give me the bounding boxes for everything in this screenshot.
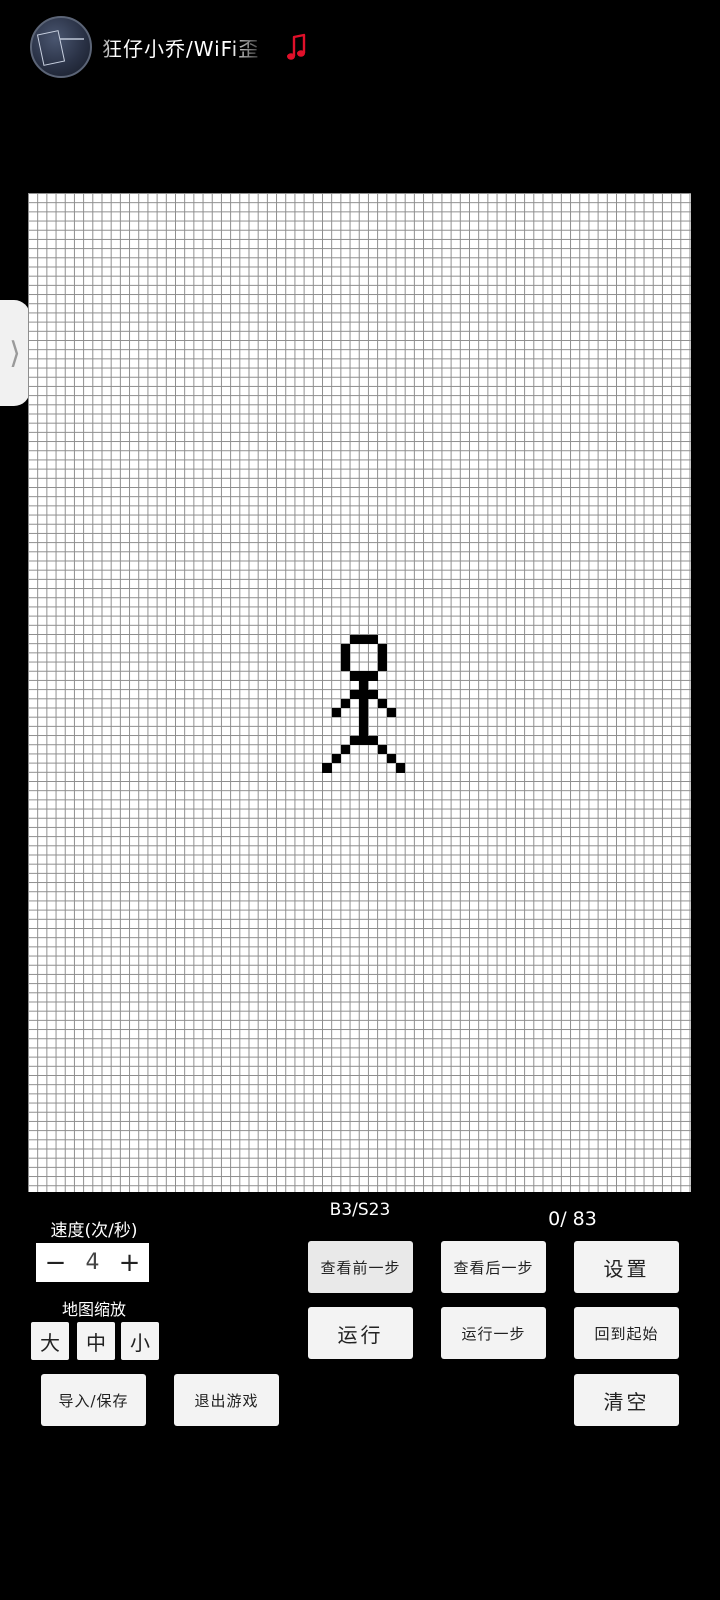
live-cell[interactable] — [359, 726, 369, 736]
back-to-start-button[interactable]: 回到起始 — [574, 1307, 679, 1359]
game-grid[interactable] — [28, 193, 691, 1192]
live-cell[interactable] — [340, 653, 350, 663]
live-cell[interactable] — [359, 680, 369, 690]
live-cell[interactable] — [377, 745, 387, 755]
exit-game-button[interactable]: 退出游戏 — [174, 1374, 279, 1426]
live-cell[interactable] — [331, 754, 341, 764]
prev-step-button[interactable]: 查看前一步 — [308, 1241, 413, 1293]
live-cell[interactable] — [359, 717, 369, 727]
live-cell[interactable] — [350, 689, 360, 699]
generation-counter: 0/ 83 — [548, 1208, 597, 1230]
music-bar[interactable]: 狂仔小乔/WiFi歪 — [30, 16, 309, 78]
speed-label: 速度(次/秒) — [50, 1221, 138, 1241]
live-cell[interactable] — [359, 671, 369, 681]
music-note-icon[interactable] — [285, 31, 309, 63]
speed-increase-button[interactable]: + — [110, 1243, 149, 1282]
live-cell[interactable] — [322, 763, 332, 773]
live-cell[interactable] — [377, 699, 387, 709]
import-save-button[interactable]: 导入/保存 — [41, 1374, 146, 1426]
live-cell[interactable] — [368, 689, 378, 699]
run-button[interactable]: 运行 — [308, 1307, 413, 1359]
speed-value: 4 — [73, 1243, 112, 1282]
live-cell[interactable] — [350, 634, 360, 644]
settings-button[interactable]: 设置 — [574, 1241, 679, 1293]
live-cell[interactable] — [377, 643, 387, 653]
live-cell[interactable] — [359, 735, 369, 745]
live-cell[interactable] — [340, 643, 350, 653]
zoom-medium-button[interactable]: 中 — [77, 1322, 115, 1360]
live-cell[interactable] — [368, 634, 378, 644]
live-cell[interactable] — [368, 671, 378, 681]
clear-button[interactable]: 清空 — [574, 1374, 679, 1426]
live-cell[interactable] — [359, 634, 369, 644]
live-cell[interactable] — [359, 689, 369, 699]
live-cell[interactable] — [396, 763, 406, 773]
live-cell[interactable] — [359, 708, 369, 718]
live-cell[interactable] — [359, 699, 369, 709]
speed-decrease-button[interactable]: − — [36, 1243, 75, 1282]
live-cell[interactable] — [331, 708, 341, 718]
live-cell[interactable] — [377, 653, 387, 663]
zoom-large-button[interactable]: 大 — [31, 1322, 69, 1360]
song-title: 狂仔小乔/WiFi歪 — [102, 36, 260, 61]
live-cell[interactable] — [350, 735, 360, 745]
live-cell[interactable] — [368, 735, 378, 745]
zoom-small-button[interactable]: 小 — [121, 1322, 159, 1360]
live-cell[interactable] — [340, 699, 350, 709]
side-drawer-tab[interactable]: ⟩ — [0, 300, 30, 406]
rule-label: B3/S23 — [329, 1200, 391, 1220]
live-cell[interactable] — [340, 662, 350, 672]
live-cell[interactable] — [340, 745, 350, 755]
zoom-label: 地图缩放 — [61, 1300, 126, 1319]
album-cover[interactable] — [30, 16, 92, 78]
live-cell[interactable] — [350, 671, 360, 681]
chevron-right-icon: ⟩ — [9, 335, 21, 371]
next-step-button[interactable]: 查看后一步 — [441, 1241, 546, 1293]
run-one-step-button[interactable]: 运行一步 — [441, 1307, 546, 1359]
live-cell[interactable] — [377, 662, 387, 672]
live-cell[interactable] — [386, 708, 396, 718]
live-cell[interactable] — [386, 754, 396, 764]
